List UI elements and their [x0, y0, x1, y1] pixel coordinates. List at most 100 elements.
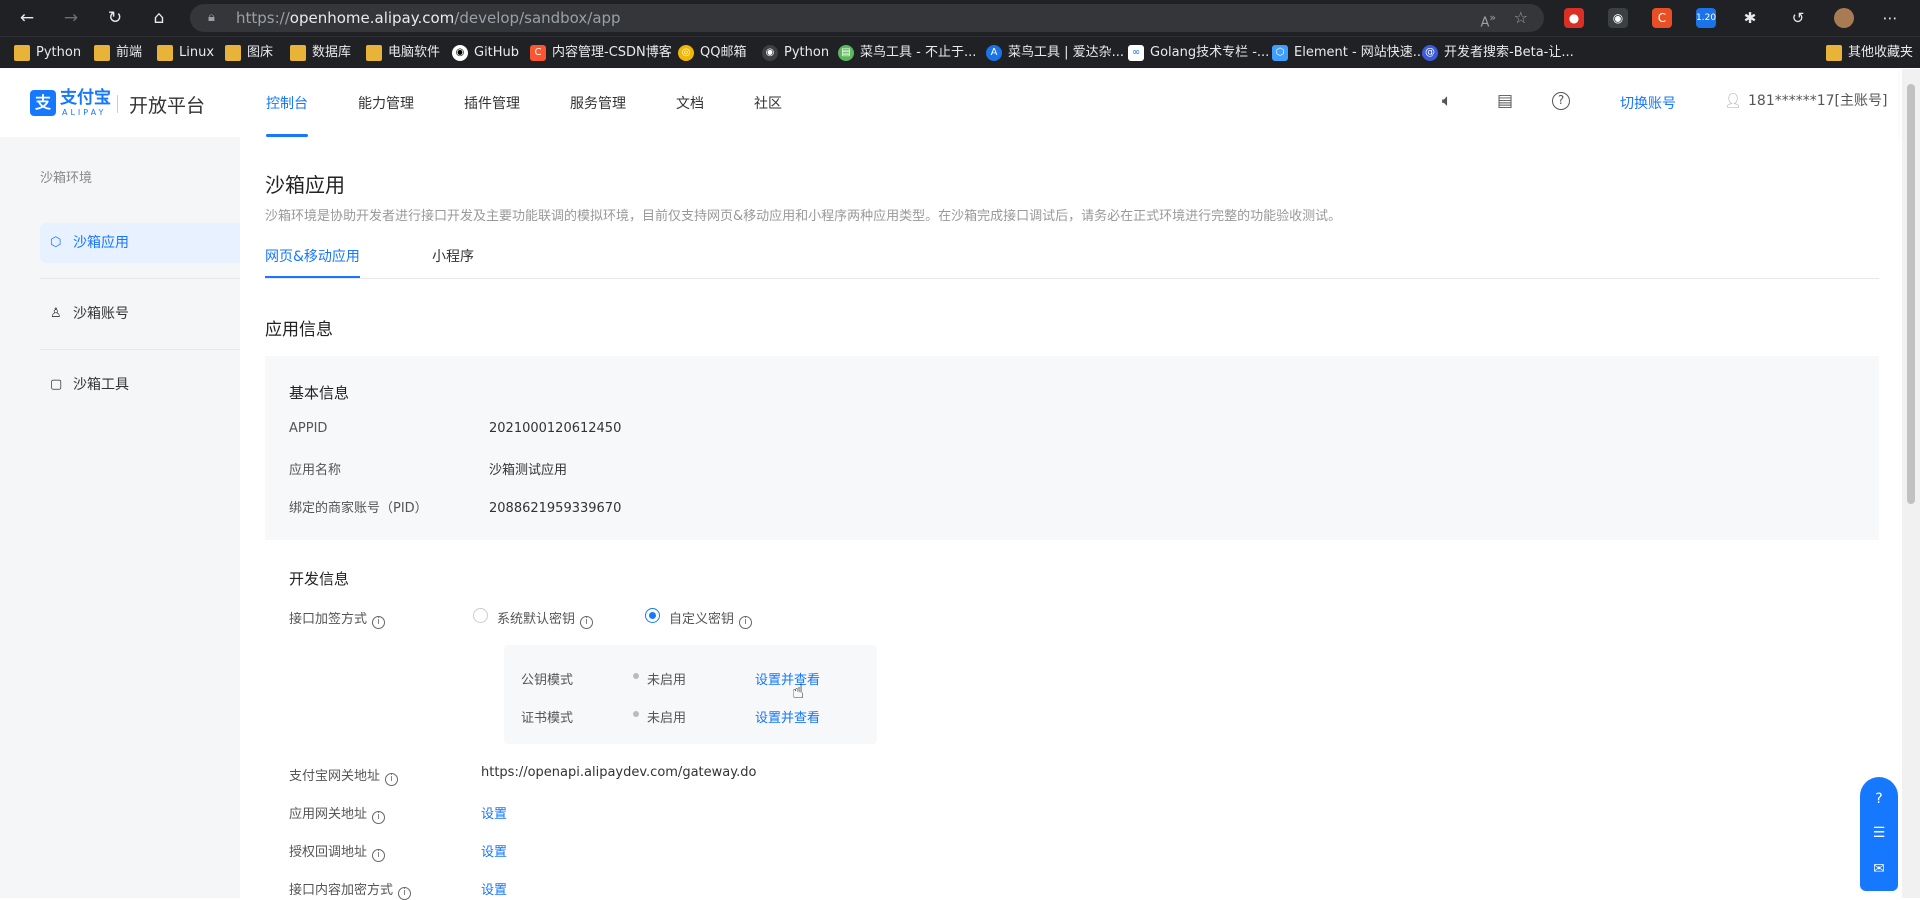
runoob-icon: ▤	[838, 45, 854, 61]
sidebar-item-sandbox-account[interactable]: ♙ 沙箱账号	[40, 294, 240, 334]
feedback-icon[interactable]: ✉	[1869, 859, 1889, 879]
tab-miniprogram[interactable]: 小程序	[432, 246, 474, 278]
document-icon[interactable]: ▤	[1494, 90, 1516, 112]
info-icon[interactable]: i	[580, 616, 594, 629]
logo-cn: 支付宝	[60, 88, 111, 108]
bookmark-linux-folder[interactable]: Linux	[157, 43, 214, 63]
refresh-icon[interactable]: ↻	[104, 7, 126, 29]
dev-info-title: 开发信息	[289, 570, 350, 588]
extensions-icon[interactable]: ✱	[1740, 8, 1760, 28]
python-icon: ◉	[762, 45, 778, 61]
bookmark-python[interactable]: ◉ Python	[762, 43, 829, 63]
bookmark-csdn[interactable]: C 内容管理-CSDN博客	[530, 43, 672, 63]
sidebar-item-sandbox-app[interactable]: ⬡ 沙箱应用	[40, 223, 240, 263]
default-key-option[interactable]: 系统默认密钥 i	[497, 608, 594, 629]
message-icon[interactable]: ☰	[1869, 823, 1889, 843]
logo-divider	[117, 95, 118, 113]
back-icon[interactable]: ←	[16, 7, 38, 29]
bookmark-frontend-folder[interactable]: 前端	[94, 43, 142, 63]
home-icon[interactable]: ⌂	[148, 7, 170, 29]
nav-console[interactable]: 控制台	[266, 93, 308, 137]
info-icon[interactable]: i	[385, 773, 399, 786]
bookmark-golang[interactable]: ∞ Golang技术专栏 -...	[1128, 43, 1269, 63]
pubkey-status: 未启用	[647, 673, 687, 688]
nav-service[interactable]: 服务管理	[570, 93, 626, 137]
bookmark-database-folder[interactable]: 数据库	[290, 43, 351, 63]
custom-key-panel	[504, 645, 877, 744]
clipboard-icon: ▢	[50, 377, 63, 392]
callback-setup-link[interactable]: 设置	[481, 841, 507, 860]
ext-c-icon[interactable]: C	[1652, 8, 1672, 28]
appid-value: 2021000120612450	[489, 421, 622, 436]
bookmark-other-folder[interactable]: 其他收藏夹	[1826, 43, 1913, 63]
info-icon[interactable]: i	[372, 849, 386, 862]
pubkey-setup-link[interactable]: 设置并查看	[755, 669, 820, 688]
element-icon: ⬡	[1272, 45, 1288, 61]
user-icon: 👤︎	[1724, 93, 1742, 109]
info-icon[interactable]: i	[372, 811, 386, 824]
tab-web-mobile[interactable]: 网页&移动应用	[265, 246, 360, 278]
alipay-logo-icon[interactable]: 支	[30, 90, 56, 116]
browser-toolbar: ← → ↻ ⌂ 🔒︎ https://openhome.alipay.com/d…	[0, 0, 1920, 36]
bookmark-image-folder[interactable]: 图床	[225, 43, 273, 63]
sidebar-item-sandbox-tools[interactable]: ▢ 沙箱工具	[40, 365, 240, 405]
sidebar-title: 沙箱环境	[40, 171, 93, 186]
mouse-pointer-icon: ☝︎	[792, 679, 805, 703]
user-account[interactable]: 181******17[主账号]	[1748, 90, 1887, 110]
ext-badge-icon[interactable]: 1.20	[1696, 8, 1716, 28]
site-header: 支 支付宝 ALIPAY 开放平台 控制台 能力管理 插件管理 服务管理 文档 …	[0, 69, 1898, 137]
bookmark-qqmail[interactable]: ◎ QQ邮箱	[678, 43, 746, 63]
sidebar-divider	[40, 278, 240, 279]
encrypt-setup-link[interactable]: 设置	[481, 879, 507, 898]
info-icon[interactable]: i	[398, 887, 412, 900]
switch-account-link[interactable]: 切换账号	[1620, 93, 1676, 113]
help-chat-icon[interactable]: ?	[1869, 789, 1889, 809]
bookmark-github[interactable]: ◉ GitHub	[452, 43, 519, 63]
address-bar[interactable]: 🔒︎ https://openhome.alipay.com/develop/s…	[190, 4, 1544, 32]
folder-icon	[366, 45, 382, 61]
scrollbar-thumb[interactable]	[1907, 84, 1915, 504]
bookmark-python-folder[interactable]: Python	[14, 43, 81, 63]
sign-method-label: 接口加签方式 i	[289, 608, 386, 629]
radio-custom-key[interactable]	[645, 608, 660, 623]
read-aloud-icon[interactable]: A»	[1480, 4, 1496, 37]
more-icon[interactable]: ⋯	[1880, 8, 1900, 28]
platform-title[interactable]: 开放平台	[129, 91, 205, 118]
bookmark-element[interactable]: ⬡ Element - 网站快速...	[1272, 43, 1425, 63]
qq-mail-icon: ◎	[678, 45, 694, 61]
app-gateway-setup-link[interactable]: 设置	[481, 803, 507, 822]
pid-value: 2088621959339670	[489, 501, 622, 516]
nav-plugin[interactable]: 插件管理	[464, 93, 520, 137]
gateway-label: 支付宝网关地址 i	[289, 765, 399, 786]
dev-search-icon: @	[1422, 45, 1438, 61]
custom-key-option[interactable]: 自定义密钥 i	[669, 608, 753, 629]
ext-glasses-icon[interactable]: ◉	[1608, 8, 1628, 28]
cert-setup-link[interactable]: 设置并查看	[755, 707, 820, 726]
bookmark-software-folder[interactable]: 电脑软件	[366, 43, 440, 63]
app-name-label: 应用名称	[289, 463, 342, 478]
help-icon[interactable]: ?	[1552, 92, 1570, 110]
radio-default-key[interactable]	[473, 608, 488, 623]
appid-label: APPID	[289, 421, 328, 436]
nav-capability[interactable]: 能力管理	[358, 93, 414, 137]
floating-help-panel: ? ☰ ✉	[1860, 777, 1898, 891]
speaker-icon[interactable]: 🔈︎	[1436, 90, 1458, 112]
nav-docs[interactable]: 文档	[676, 93, 704, 137]
forward-icon[interactable]: →	[60, 7, 82, 29]
bookmark-runoob[interactable]: ▤ 菜鸟工具 - 不止于...	[838, 43, 976, 63]
favorite-icon[interactable]: ☆	[1514, 4, 1528, 32]
ext-red-icon[interactable]: ●	[1564, 8, 1584, 28]
cube-icon: ⬡	[50, 235, 62, 250]
profile-avatar[interactable]	[1834, 8, 1854, 28]
basic-info-title: 基本信息	[289, 384, 350, 402]
info-icon[interactable]: i	[372, 616, 386, 629]
bookmark-aida[interactable]: A 菜鸟工具 | 爱达杂...	[986, 43, 1124, 63]
github-icon: ◉	[452, 45, 468, 61]
aida-icon: A	[986, 45, 1002, 61]
history-icon[interactable]: ↺	[1788, 8, 1808, 28]
bookmark-dev-search[interactable]: @ 开发者搜索-Beta-让...	[1422, 43, 1574, 63]
info-icon[interactable]: i	[739, 616, 753, 629]
nav-community[interactable]: 社区	[754, 93, 782, 137]
app-name-value: 沙箱测试应用	[489, 463, 568, 478]
lock-icon: 🔒︎	[208, 10, 215, 25]
